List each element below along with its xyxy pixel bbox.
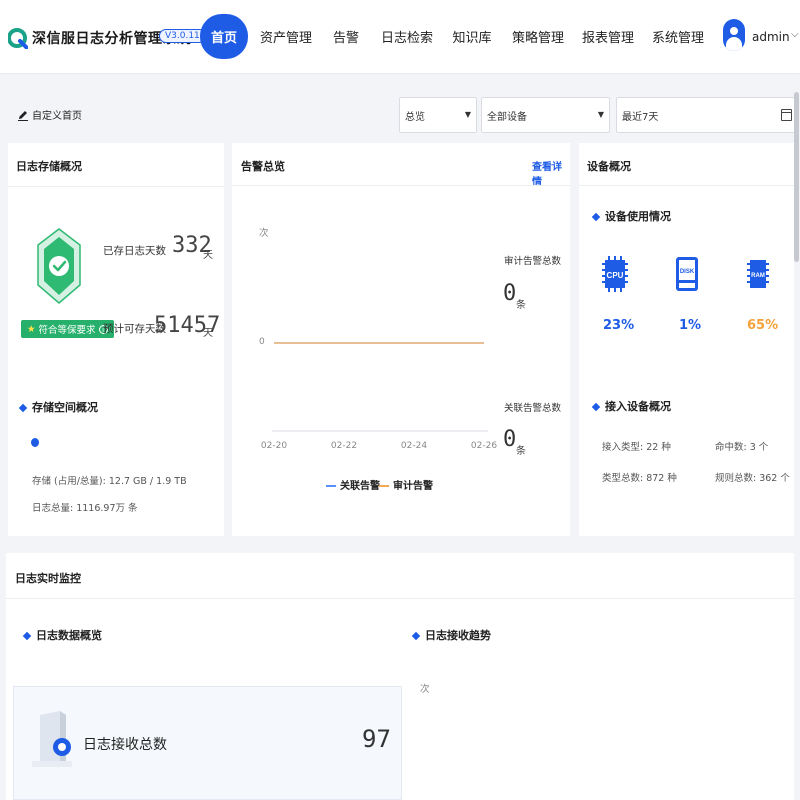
star-icon: ★ bbox=[27, 323, 36, 335]
alarm-overview-panel: 告警总览 查看详情 次 0 02-20 02-22 02-24 02-26 审计告警总… bbox=[232, 143, 570, 536]
receive-trend-title: 日志接收趋势 bbox=[411, 627, 491, 643]
divider bbox=[8, 186, 224, 187]
receive-total-card: 日志接收总数 97 bbox=[13, 686, 402, 800]
log-monitor-panel: 日志实时监控 日志数据概览 日志接收趋势 次 日志接收总数 97 bbox=[6, 553, 794, 800]
cpu-icon: CPU bbox=[602, 256, 628, 292]
device-select[interactable]: 全部设备 ▼ bbox=[481, 97, 610, 133]
nav-system-management[interactable]: 系统管理 bbox=[652, 14, 704, 59]
divider bbox=[6, 598, 794, 599]
log-storage-panel: 日志存储概况 已存日志天数 332 天 ★ 符合等保要求 i 预计可存天数 51… bbox=[8, 143, 224, 536]
correlation-total-value: 0 bbox=[503, 427, 517, 452]
diamond-bullet-icon bbox=[591, 402, 601, 412]
view-select-value: 总览 bbox=[405, 111, 425, 123]
panel-title: 设备概况 bbox=[587, 160, 631, 173]
device-select-value: 全部设备 bbox=[487, 111, 527, 123]
days-unit: 天 bbox=[203, 250, 213, 261]
custom-home-button[interactable]: 自定义首页 bbox=[17, 107, 82, 122]
hit-count: 命中数: 3 个 bbox=[715, 442, 769, 453]
disk-percent: 1% bbox=[679, 318, 702, 333]
device-overview-panel: 设备概况 设备使用情况 CPU DISK RAM 23% 1% 65% 接入设备… bbox=[579, 143, 794, 536]
server-icon bbox=[32, 711, 72, 767]
access-device-title: 接入设备概况 bbox=[591, 398, 671, 414]
panel-title: 日志存储概况 bbox=[16, 160, 82, 173]
svg-text:RAM: RAM bbox=[751, 273, 765, 279]
receive-total-label: 日志接收总数 bbox=[83, 737, 167, 753]
x-tick-label: 02-24 bbox=[401, 441, 427, 451]
compliance-badge: ★ 符合等保要求 i bbox=[21, 320, 114, 338]
ram-icon: RAM bbox=[747, 260, 769, 288]
ram-percent: 65% bbox=[747, 318, 779, 333]
caret-down-icon: ▼ bbox=[597, 110, 604, 119]
date-range-picker[interactable]: 最近7天 bbox=[616, 97, 797, 133]
panel-title: 日志实时监控 bbox=[15, 572, 81, 585]
custom-home-label: 自定义首页 bbox=[32, 111, 82, 122]
diamond-bullet-icon bbox=[411, 631, 421, 641]
count-unit: 条 bbox=[516, 446, 526, 457]
calendar-icon bbox=[781, 109, 792, 121]
divider bbox=[579, 185, 794, 186]
data-overview-title: 日志数据概览 bbox=[22, 627, 102, 643]
toolbar: 自定义首页 总览 ▼ 全部设备 ▼ 最近7天 bbox=[0, 75, 800, 140]
x-tick-label: 02-26 bbox=[471, 441, 497, 451]
legend-audit[interactable]: 审计告警 bbox=[379, 477, 433, 492]
avatar[interactable] bbox=[723, 19, 745, 51]
app-logo-icon bbox=[8, 28, 28, 49]
storage-dot bbox=[31, 438, 39, 447]
rule-total: 规则总数: 362 个 bbox=[715, 473, 790, 484]
page-scrollbar[interactable] bbox=[794, 92, 799, 262]
legend-line-icon bbox=[326, 485, 336, 487]
diamond-bullet-icon bbox=[591, 212, 601, 222]
audit-total-label: 审计告警总数 bbox=[504, 256, 562, 267]
days-unit: 天 bbox=[203, 328, 213, 339]
x-tick-label: 02-22 bbox=[331, 441, 357, 451]
device-usage-title: 设备使用情况 bbox=[591, 208, 671, 224]
storage-usage: 存储 (占用/总量): 12.7 GB / 1.9 TB bbox=[32, 476, 187, 487]
correlation-total-label: 关联告警总数 bbox=[504, 403, 562, 414]
svg-text:CPU: CPU bbox=[607, 271, 624, 280]
view-select[interactable]: 总览 ▼ bbox=[399, 97, 477, 133]
nav-home[interactable]: 首页 bbox=[200, 14, 248, 59]
trend-y-unit: 次 bbox=[420, 684, 430, 695]
nav-policy-management[interactable]: 策略管理 bbox=[512, 14, 564, 59]
edit-icon bbox=[18, 110, 28, 121]
diamond-bullet-icon bbox=[22, 631, 32, 641]
nav-report-management[interactable]: 报表管理 bbox=[582, 14, 634, 59]
username[interactable]: admin bbox=[752, 30, 790, 44]
receive-total-value: 97 bbox=[362, 725, 391, 753]
nav-log-search[interactable]: 日志检索 bbox=[381, 14, 433, 59]
date-range-value: 最近7天 bbox=[622, 111, 659, 123]
disk-icon: DISK bbox=[676, 257, 698, 291]
shield-check-icon bbox=[37, 228, 81, 304]
caret-down-icon: ▼ bbox=[464, 110, 471, 119]
log-total: 日志总量: 1116.97万 条 bbox=[32, 503, 138, 514]
count-unit: 条 bbox=[516, 300, 526, 311]
nav-asset-management[interactable]: 资产管理 bbox=[260, 14, 312, 59]
legend-correlation[interactable]: 关联告警 bbox=[326, 477, 380, 492]
storage-space-title: 存储空间概况 bbox=[18, 399, 98, 415]
cpu-percent: 23% bbox=[603, 318, 635, 333]
nav-alarm[interactable]: 告警 bbox=[331, 14, 361, 59]
version-badge: V3.0.11 bbox=[159, 29, 206, 43]
chevron-down-icon[interactable]: ⌵ bbox=[791, 29, 799, 40]
diamond-bullet-icon bbox=[18, 403, 28, 413]
type-total: 类型总数: 872 种 bbox=[602, 473, 677, 484]
legend-line-icon bbox=[379, 485, 389, 487]
top-header: 深信服日志分析管理系统 V3.0.11 首页 资产管理 告警 日志检索 知识库 … bbox=[0, 0, 800, 74]
stored-days-label: 已存日志天数 bbox=[103, 245, 166, 257]
audit-total-value: 0 bbox=[503, 281, 517, 306]
svg-text:DISK: DISK bbox=[680, 269, 695, 275]
x-tick-label: 02-20 bbox=[261, 441, 287, 451]
access-type: 接入类型: 22 种 bbox=[602, 442, 671, 453]
nav-knowledge-base[interactable]: 知识库 bbox=[453, 14, 492, 59]
